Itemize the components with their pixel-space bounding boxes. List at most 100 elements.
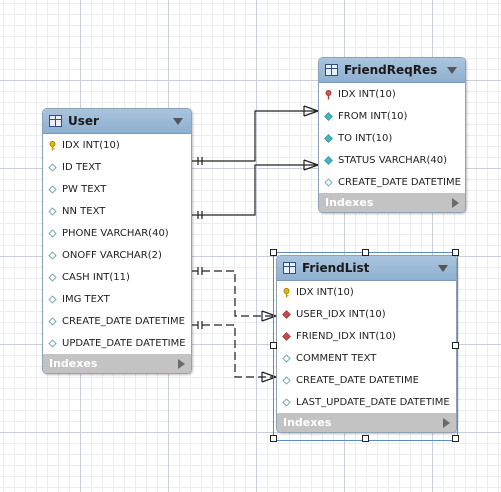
column-label: NN TEXT xyxy=(62,205,106,217)
indexed-column-icon xyxy=(324,155,333,165)
table-friendlist[interactable]: FriendList IDX INT(10) USER_IDX INT(10) FR… xyxy=(276,255,457,433)
relationship-user-friendlist-user xyxy=(190,270,276,317)
column-label: USER_IDX INT(10) xyxy=(296,308,386,320)
column-label: STATUS VARCHAR(40) xyxy=(338,154,448,166)
column-list: IDX INT(10) FROM INT(10) TO INT(10) STATUS … xyxy=(319,83,465,193)
column-icon xyxy=(48,162,57,172)
indexed-column-icon xyxy=(324,133,333,143)
indexes-section[interactable]: Indexes xyxy=(319,193,465,212)
table-user[interactable]: User IDX INT(10) ID TEXT PW TEXT NN TEXT PHO… xyxy=(42,108,192,374)
column-label: LAST_UPDATE_DATE DATETIME xyxy=(296,396,450,408)
resize-handle-bottom-left[interactable] xyxy=(270,435,277,442)
foreign-key-icon xyxy=(282,309,291,319)
table-icon xyxy=(49,115,62,127)
indexes-section[interactable]: Indexes xyxy=(43,354,191,373)
resize-handle-top-left[interactable] xyxy=(270,249,277,256)
resize-handle-mid-left[interactable] xyxy=(270,342,277,349)
column-row[interactable]: STATUS VARCHAR(40) xyxy=(319,149,465,171)
column-icon xyxy=(282,397,291,407)
table-title: FriendList xyxy=(302,261,370,275)
column-label: PW TEXT xyxy=(62,183,107,195)
column-row[interactable]: IDX INT(10) xyxy=(277,281,456,303)
column-row[interactable]: CREATE_DATE DATETIME xyxy=(319,171,465,193)
table-friendreqres[interactable]: FriendReqRes IDX INT(10) FROM INT(10) TO I… xyxy=(318,57,466,213)
column-label: ONOFF VARCHAR(2) xyxy=(62,249,162,261)
column-label: IMG TEXT xyxy=(62,293,110,305)
column-label: IDX INT(10) xyxy=(62,139,120,151)
column-row[interactable]: LAST_UPDATE_DATE DATETIME xyxy=(277,391,456,413)
primary-key-icon xyxy=(324,89,333,99)
column-row[interactable]: PHONE VARCHAR(40) xyxy=(43,222,191,244)
column-label: FRIEND_IDX INT(10) xyxy=(296,330,396,342)
table-title: FriendReqRes xyxy=(344,63,438,77)
indexed-column-icon xyxy=(324,111,333,121)
indexes-label: Indexes xyxy=(325,196,374,209)
column-label: CREATE_DATE DATETIME xyxy=(296,374,419,386)
primary-key-icon xyxy=(282,287,291,297)
indexes-label: Indexes xyxy=(49,357,98,370)
table-header[interactable]: User xyxy=(43,109,191,134)
column-label: COMMENT TEXT xyxy=(296,352,377,364)
table-header[interactable]: FriendList xyxy=(277,256,456,281)
column-row[interactable]: IDX INT(10) xyxy=(319,83,465,105)
collapse-triangle-icon[interactable] xyxy=(173,117,183,125)
resize-handle-top-right[interactable] xyxy=(452,249,459,256)
column-icon xyxy=(48,338,57,348)
table-icon xyxy=(283,262,296,274)
column-row[interactable]: CREATE_DATE DATETIME xyxy=(43,310,191,332)
column-label: IDX INT(10) xyxy=(296,286,354,298)
column-row[interactable]: NN TEXT xyxy=(43,200,191,222)
column-label: TO INT(10) xyxy=(338,132,393,144)
column-row[interactable]: PW TEXT xyxy=(43,178,191,200)
column-row[interactable]: FROM INT(10) xyxy=(319,105,465,127)
column-row[interactable]: IMG TEXT xyxy=(43,288,191,310)
column-icon xyxy=(324,177,333,187)
resize-handle-bottom-right[interactable] xyxy=(452,435,459,442)
column-row[interactable]: UPDATE_DATE DATETIME xyxy=(43,332,191,354)
expand-arrow-icon[interactable] xyxy=(443,417,450,428)
indexes-label: Indexes xyxy=(283,416,332,429)
column-icon xyxy=(282,375,291,385)
column-row[interactable]: ONOFF VARCHAR(2) xyxy=(43,244,191,266)
column-row[interactable]: CREATE_DATE DATETIME xyxy=(277,369,456,391)
column-row[interactable]: ID TEXT xyxy=(43,156,191,178)
column-label: CASH INT(11) xyxy=(62,271,130,283)
relationship-user-friendreqres-from xyxy=(190,110,318,162)
column-icon xyxy=(48,294,57,304)
column-icon xyxy=(48,184,57,194)
relationship-user-friendlist-friend xyxy=(190,324,276,378)
table-title: User xyxy=(68,114,99,128)
table-header[interactable]: FriendReqRes xyxy=(319,58,465,83)
resize-handle-mid-right[interactable] xyxy=(452,342,459,349)
relationship-user-friendreqres-to xyxy=(190,164,318,216)
column-icon xyxy=(48,206,57,216)
expand-arrow-icon[interactable] xyxy=(452,197,459,208)
column-list: IDX INT(10) USER_IDX INT(10) FRIEND_IDX IN… xyxy=(277,281,456,413)
resize-handle-bottom-mid[interactable] xyxy=(362,435,369,442)
collapse-triangle-icon[interactable] xyxy=(438,264,448,272)
column-row[interactable]: TO INT(10) xyxy=(319,127,465,149)
column-row[interactable]: USER_IDX INT(10) xyxy=(277,303,456,325)
resize-handle-top-mid[interactable] xyxy=(362,249,369,256)
column-row[interactable]: FRIEND_IDX INT(10) xyxy=(277,325,456,347)
column-icon xyxy=(48,272,57,282)
column-row[interactable]: IDX INT(10) xyxy=(43,134,191,156)
column-label: CREATE_DATE DATETIME xyxy=(338,176,461,188)
column-icon xyxy=(48,228,57,238)
column-label: FROM INT(10) xyxy=(338,110,408,122)
column-label: IDX INT(10) xyxy=(338,88,396,100)
indexes-section[interactable]: Indexes xyxy=(277,413,456,432)
column-label: UPDATE_DATE DATETIME xyxy=(62,337,186,349)
column-label: ID TEXT xyxy=(62,161,102,173)
foreign-key-icon xyxy=(282,331,291,341)
column-label: PHONE VARCHAR(40) xyxy=(62,227,169,239)
column-icon xyxy=(282,353,291,363)
column-row[interactable]: CASH INT(11) xyxy=(43,266,191,288)
column-row[interactable]: COMMENT TEXT xyxy=(277,347,456,369)
collapse-triangle-icon[interactable] xyxy=(447,66,457,74)
expand-arrow-icon[interactable] xyxy=(178,358,185,369)
primary-key-icon xyxy=(48,140,57,150)
table-icon xyxy=(325,64,338,76)
column-icon xyxy=(48,250,57,260)
column-icon xyxy=(48,316,57,326)
